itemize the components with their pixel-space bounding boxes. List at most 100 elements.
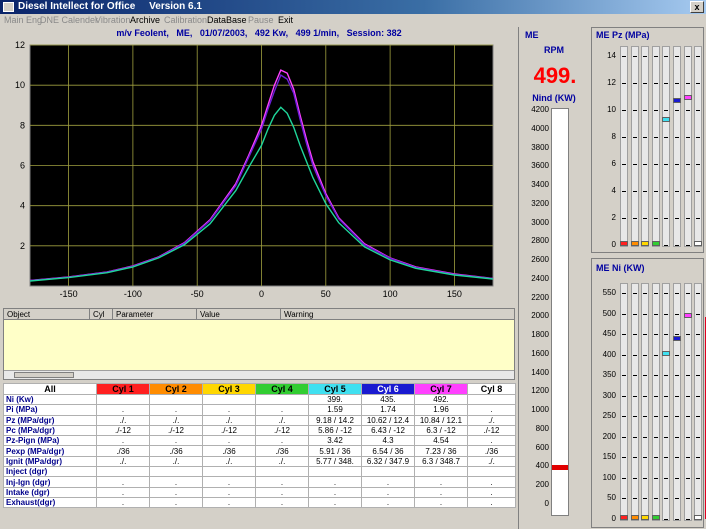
header-cyl-5[interactable]: Cyl 5 (308, 383, 362, 395)
ni_panel-scale-dash (664, 457, 669, 459)
menu-calibration[interactable]: Calibration (164, 14, 207, 27)
header-cyl-1[interactable]: Cyl 1 (96, 383, 150, 395)
pz_panel-scale-dash (664, 137, 669, 138)
app-icon (3, 2, 14, 12)
table-cell: ./36 (255, 445, 309, 457)
col-parameter[interactable]: Parameter (113, 309, 197, 320)
scrollbar-thumb[interactable] (14, 372, 74, 378)
table-cell: . (96, 486, 150, 498)
ni_panel-scale-dash (696, 416, 701, 418)
header-cyl-7[interactable]: Cyl 7 (414, 383, 468, 395)
pz_panel-cyl-3-track (641, 46, 650, 247)
table-cell: 9.18 / 14.2 (308, 414, 362, 426)
header-cyl-4[interactable]: Cyl 4 (255, 383, 309, 395)
table-row: Pz (MPa/dgr) ./. ./. ./. ./. 9.18 / 14.2 10.62… (3, 414, 516, 426)
table-cell: . (202, 496, 256, 509)
nind-tick-label: 3200 (531, 198, 549, 208)
table-cell: . (202, 435, 256, 447)
ni_panel-scale-dash (632, 436, 637, 438)
pz_panel-scale-dash (632, 164, 637, 165)
col-cyl[interactable]: Cyl (90, 309, 113, 320)
pz_panel-scale-dash (643, 56, 648, 57)
pz_panel-scale-dash (622, 164, 626, 165)
pz_panel-scale-dash (675, 245, 679, 246)
col-warning[interactable]: Warning (281, 309, 514, 320)
nind-tick-label: 2800 (531, 236, 549, 246)
ni_panel-scale-dash (685, 416, 690, 418)
ni_panel-scale-dash (696, 334, 701, 336)
pz_panel-scale-dash (664, 110, 669, 111)
table-cell: 10.62 / 12.4 (361, 414, 415, 426)
cylinder-data-table: All Cyl 1 Cyl 2 Cyl 3 Cyl 4 Cyl 5 Cyl 6 Cyl 7 Cy… (3, 383, 516, 509)
ni_panel-scale-dash (653, 477, 658, 479)
pz_panel-scale-dash (643, 218, 648, 219)
header-cyl-6[interactable]: Cyl 6 (361, 383, 415, 395)
ni_panel-tick-label: 450 (602, 329, 616, 339)
ni_panel-cyl-5-track (662, 283, 671, 521)
table-cell: . (414, 496, 468, 509)
menu-main-eng[interactable]: Main Eng (4, 14, 42, 27)
pressure-chart: 12 10 8 6 4 2 -150 -100 -50 0 50 100 150 (15, 40, 494, 299)
ni_panel-scale-dash (675, 477, 679, 479)
nind-tick-label: 400 (535, 461, 549, 471)
table-cell: . (202, 404, 256, 416)
ni_panel-scale-dash (632, 416, 637, 418)
pz_panel-cyl-2-marker (630, 241, 639, 246)
table-cell: ./36 (96, 445, 150, 457)
pz_panel-tick-label: 0 (611, 240, 616, 249)
menu-dne-calender[interactable]: DNE Calender (40, 14, 98, 27)
pz_panel-scale-dash (685, 83, 690, 84)
header-cyl-2[interactable]: Cyl 2 (149, 383, 203, 395)
header-cyl-8[interactable]: Cyl 8 (467, 383, 516, 395)
menu-database[interactable]: DataBase (207, 14, 247, 27)
row-label: Pi (MPa) (3, 404, 97, 416)
ni_panel-scale-dash (622, 416, 626, 418)
nind-tick-label: 800 (535, 423, 549, 433)
table-cell: . (467, 496, 516, 509)
ni_panel-scale-dash (696, 395, 701, 397)
nind-tick-label: 3600 (531, 161, 549, 171)
menu-archive[interactable]: Archive (130, 14, 160, 27)
ni_panel-scale-dash (622, 293, 626, 294)
table-cell: ./36 (202, 445, 256, 457)
ni_panel-tick-label: 350 (602, 370, 616, 380)
ni_panel-scale-dash (664, 313, 669, 315)
ni_panel-cyl-3-marker (641, 515, 650, 520)
pz_panel-scale-dash (622, 83, 626, 84)
menu-pause[interactable]: Pause (248, 14, 274, 27)
table-cell: . (467, 404, 516, 416)
col-value[interactable]: Value (197, 309, 281, 320)
ni_panel-cyl-7-marker (683, 312, 692, 318)
pz_panel-scale-dash (675, 218, 679, 219)
ni_panel-tick-label: 200 (602, 431, 616, 441)
pz_panel-scale-dash (664, 245, 669, 246)
table-cell: ./. (467, 414, 516, 426)
ni_panel-scale-dash (675, 313, 679, 315)
ni_panel-cyl-7-track (683, 283, 692, 521)
ni_panel-scale-dash (643, 375, 648, 377)
header-all[interactable]: All (3, 383, 97, 395)
x-tick-label: -100 (124, 289, 142, 299)
table-cell: . (96, 435, 150, 447)
row-label: Exhaust(dgr) (3, 496, 97, 509)
pz_panel-scale-dash (643, 137, 648, 138)
header-cyl-3[interactable]: Cyl 3 (202, 383, 256, 395)
y-tick-label: 2 (20, 241, 25, 251)
col-object[interactable]: Object (4, 309, 90, 320)
ni_panel-scale-dash (685, 375, 690, 377)
warnings-grid[interactable]: Object Cyl Parameter Value Warning (3, 308, 515, 380)
ni_panel-scale-dash (664, 375, 669, 377)
ni_panel-scale-dash (675, 334, 679, 336)
ni_panel-scale-dash (675, 375, 679, 377)
table-cell: 10.84 / 12.1 (414, 414, 468, 426)
menu-vibration[interactable]: Vibration (95, 14, 130, 27)
menu-exit[interactable]: Exit (278, 14, 293, 27)
ni_panel-scale-dash (622, 354, 626, 356)
close-button[interactable]: x (690, 1, 704, 13)
ni_panel-cyl-4-track (651, 283, 660, 521)
ni-title: ME Ni (KW) (596, 263, 645, 273)
table-cell (361, 466, 415, 478)
horizontal-scrollbar[interactable] (4, 370, 514, 379)
table-row: Exhaust(dgr)........ (3, 496, 516, 509)
nind-tick-label: 3800 (531, 142, 549, 152)
